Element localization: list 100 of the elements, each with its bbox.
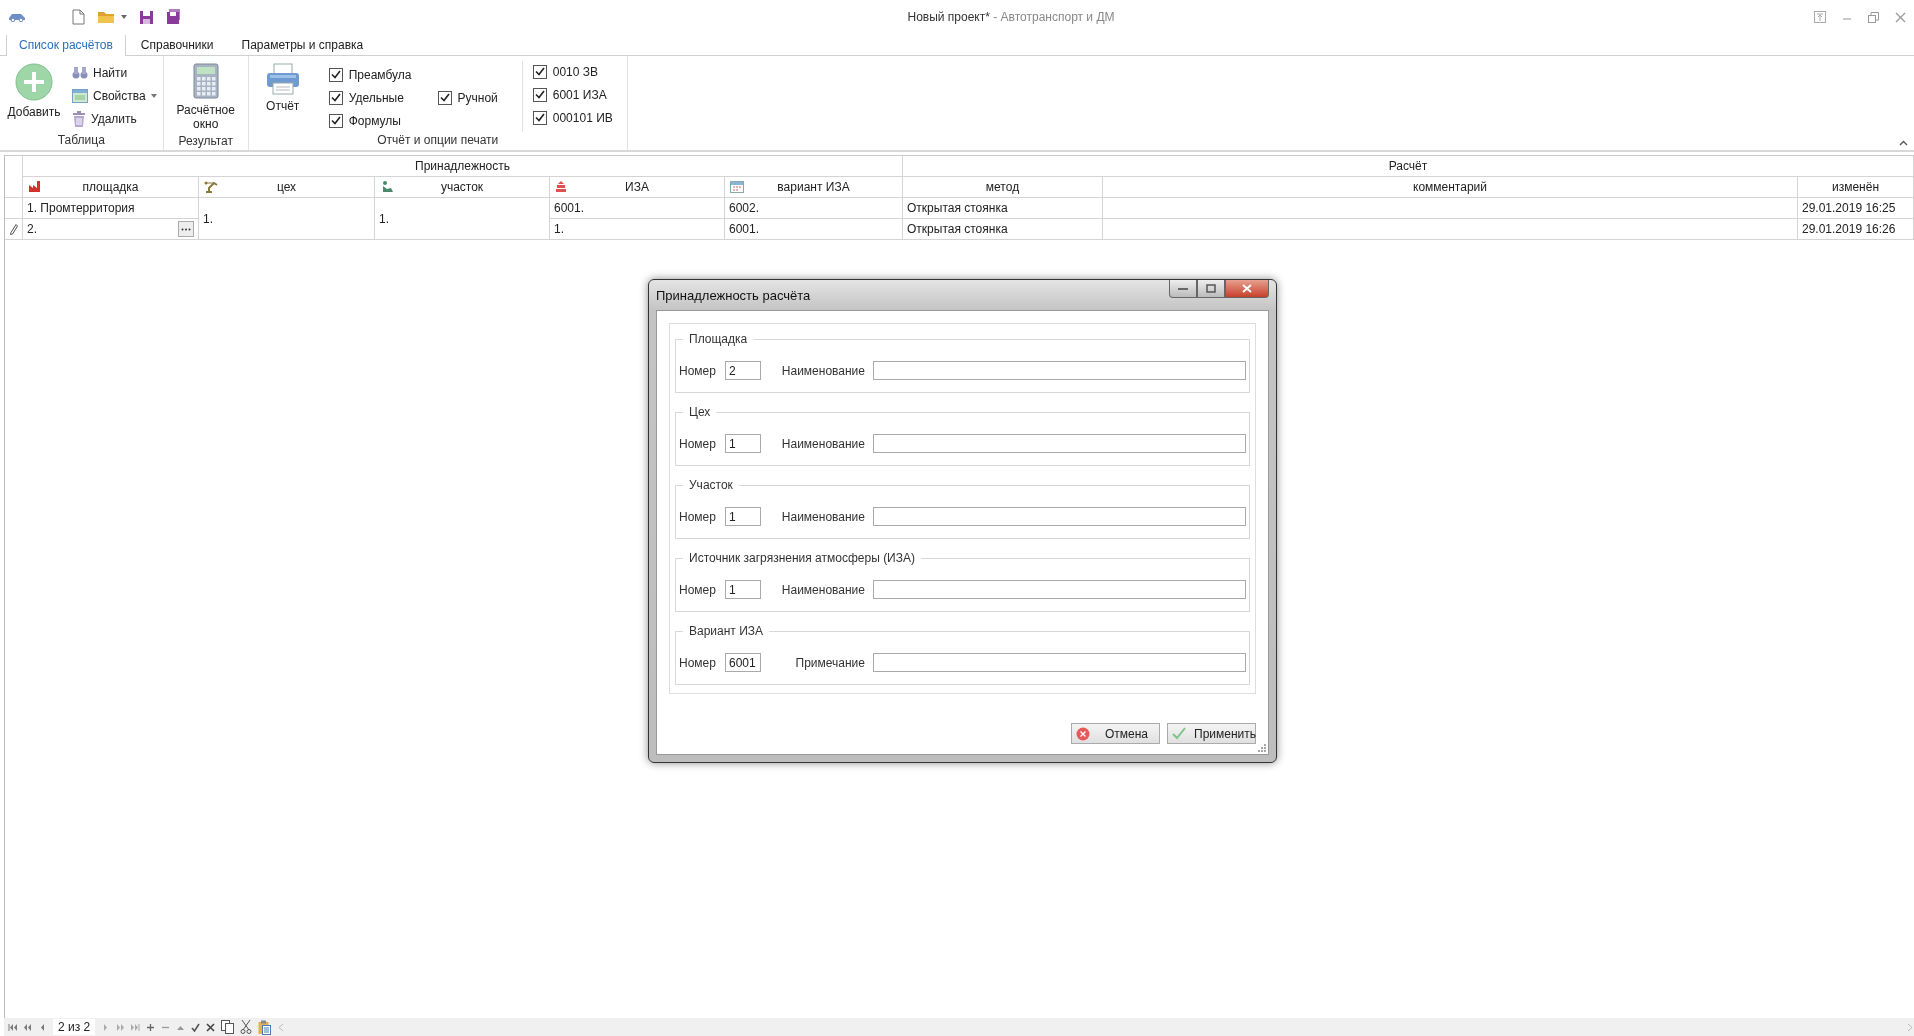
field-label: Наименование [780, 436, 866, 451]
column-header[interactable]: ИЗА [625, 180, 649, 194]
row-indicator[interactable] [5, 219, 23, 240]
pin-window-icon[interactable] [1814, 11, 1826, 23]
group-legend: Вариант ИЗА [683, 624, 770, 638]
text-field[interactable] [873, 580, 1246, 599]
dialog-button[interactable]: Отмена [1071, 723, 1160, 744]
checkbox[interactable] [328, 67, 343, 82]
table-cell: 6001. [550, 198, 725, 219]
checkbox[interactable] [328, 113, 343, 128]
checkbox[interactable] [532, 87, 547, 102]
column-header[interactable]: вариант ИЗА [777, 180, 850, 194]
group-label: Отчёт и опции печати [376, 132, 500, 149]
close-icon [1242, 284, 1252, 293]
number-field[interactable]: 2 [725, 361, 761, 380]
pencil-icon [9, 223, 18, 235]
text-field[interactable] [873, 507, 1246, 526]
column-group-header: Расчёт [903, 156, 1914, 177]
ribbon-button[interactable]: Свойства [72, 86, 157, 106]
app-name: - Автотранспорт и ДМ [993, 10, 1115, 24]
ribbon-button[interactable]: Добавить [6, 61, 62, 132]
copy-icon[interactable] [221, 1020, 235, 1034]
checkbox[interactable] [437, 90, 452, 105]
resize-grip-icon[interactable] [1258, 744, 1266, 752]
worker-icon [380, 180, 394, 193]
binoculars-icon [72, 66, 88, 80]
table-cell: Открытая стоянка [903, 198, 1103, 219]
ribbon-button[interactable]: Найти [72, 63, 157, 83]
number-field[interactable]: 1 [725, 507, 761, 526]
last-icon[interactable] [131, 1022, 141, 1032]
maximize-button[interactable] [1197, 280, 1225, 298]
previous-page-icon[interactable] [23, 1022, 32, 1032]
column-group-header: Принадлежность [23, 156, 903, 177]
new-document-icon[interactable] [72, 9, 85, 25]
clipboard-icon[interactable] [258, 1019, 272, 1035]
scissors-icon[interactable] [240, 1020, 253, 1034]
check-icon [1172, 727, 1186, 740]
close-icon[interactable] [1895, 11, 1906, 23]
number-field[interactable]: 1 [725, 580, 761, 599]
column-header[interactable]: метод [985, 180, 1020, 194]
group-legend: Источник загрязнения атмосферы (ИЗА) [683, 551, 921, 565]
save-icon[interactable] [139, 9, 154, 25]
text-field[interactable] [873, 653, 1246, 672]
field-label: Примечание [794, 655, 866, 670]
ribbon-tab[interactable]: Список расчётов [6, 34, 126, 56]
minimize-button[interactable] [1169, 280, 1197, 298]
ribbon-tab[interactable]: Параметры и справка [228, 34, 377, 56]
stack-icon [555, 180, 567, 193]
column-header[interactable]: площадка [82, 180, 139, 194]
folder-icon[interactable] [97, 10, 115, 24]
previous-icon[interactable] [38, 1022, 47, 1032]
table-cell: Открытая стоянка [903, 219, 1103, 240]
calculator-icon [192, 63, 219, 99]
check-icon[interactable] [191, 1022, 201, 1032]
maximize-icon [1206, 284, 1216, 293]
restore-icon[interactable] [1868, 11, 1879, 23]
first-icon[interactable] [8, 1022, 17, 1032]
number-field[interactable]: 1 [725, 434, 761, 453]
ribbon-tab[interactable]: Справочники [127, 34, 227, 56]
printer-icon [265, 63, 300, 95]
checkbox[interactable] [532, 64, 547, 79]
dialog-title: Принадлежность расчёта [656, 287, 811, 303]
factory-icon [28, 180, 42, 193]
ribbon-button[interactable]: Расчётное окно [169, 61, 242, 133]
table-cell: 6001. [725, 219, 903, 240]
record-position: 2 из 2 [53, 1019, 96, 1035]
checkbox-label: Формулы [348, 113, 401, 128]
document-title: Новый проект* [907, 10, 990, 24]
checkbox[interactable] [328, 90, 343, 105]
ribbon-button[interactable]: Удалить [72, 109, 157, 129]
column-header[interactable]: участок [440, 180, 484, 194]
chevron-up-icon[interactable] [1899, 140, 1908, 146]
plus-icon[interactable] [146, 1022, 156, 1032]
dialog-button[interactable]: Применить [1167, 723, 1256, 744]
checkbox-label: 6001 ИЗА [552, 87, 607, 102]
close-button[interactable] [1225, 280, 1269, 298]
text-field[interactable] [873, 434, 1246, 453]
save-all-icon[interactable] [166, 9, 181, 25]
next-page-icon[interactable] [116, 1022, 126, 1032]
number-field[interactable]: 6001 [725, 653, 761, 672]
ribbon-button[interactable]: Отчёт [254, 61, 311, 132]
field-label: Номер [679, 655, 717, 670]
dots-icon [181, 227, 191, 231]
field-label: Наименование [780, 509, 866, 524]
table-cell: 1. [375, 198, 550, 240]
group-legend: Цех [683, 405, 717, 419]
car-icon[interactable] [8, 12, 26, 22]
group-legend: Площадка [683, 332, 754, 346]
text-field[interactable] [873, 361, 1246, 380]
field-label: Наименование [780, 363, 866, 378]
cross-icon[interactable] [206, 1022, 216, 1032]
group-label: Результат [177, 133, 234, 150]
column-header[interactable]: изменён [1831, 180, 1880, 194]
caret-icon[interactable] [121, 15, 127, 19]
column-header[interactable]: цех [276, 180, 297, 194]
calendar-icon [730, 180, 744, 193]
column-header[interactable]: комментарий [1413, 180, 1487, 194]
checkbox[interactable] [532, 110, 547, 125]
field-label: Номер [679, 436, 717, 451]
ellipsis-button[interactable] [178, 221, 194, 237]
